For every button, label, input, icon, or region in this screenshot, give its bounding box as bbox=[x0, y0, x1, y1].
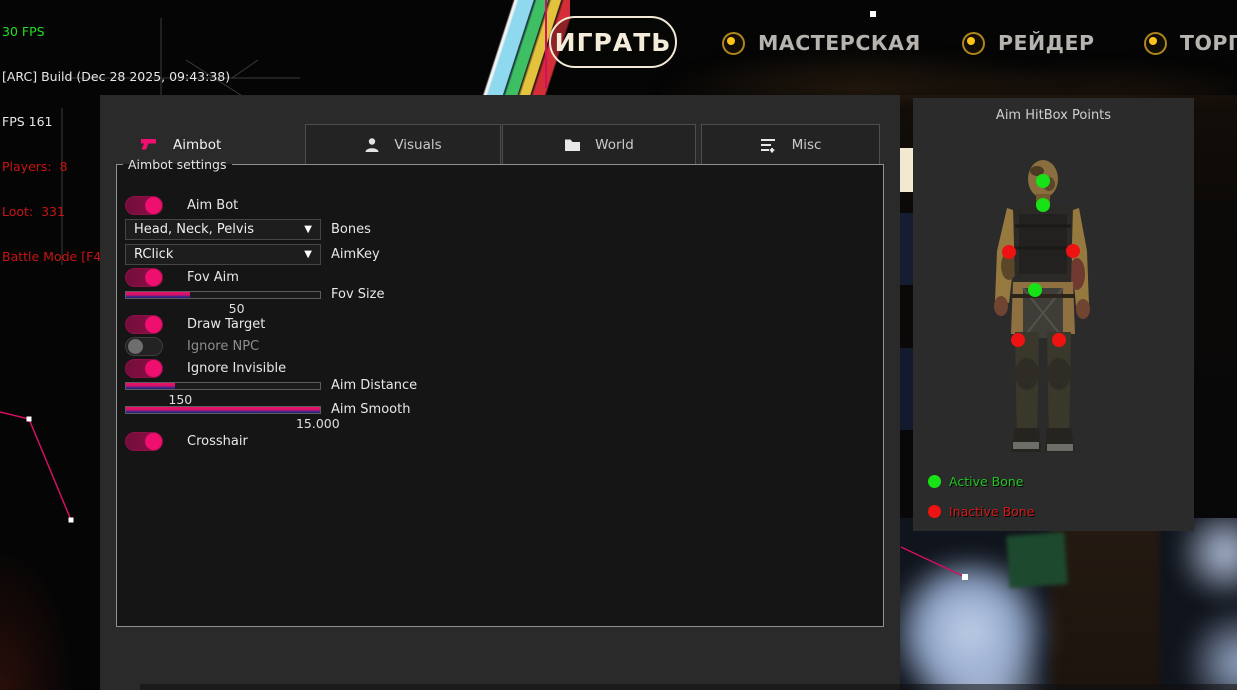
ignore-invisible-row: Ignore Invisible bbox=[125, 359, 286, 378]
game-screen: 30 FPS [ARC] Build (Dec 28 2025, 09:43:3… bbox=[0, 0, 1237, 690]
person-icon bbox=[364, 137, 380, 153]
hitbox-point-active bbox=[1036, 174, 1050, 188]
folder-icon bbox=[564, 138, 581, 152]
hitbox-point-active bbox=[1036, 198, 1050, 212]
bottom-edge-strip bbox=[140, 684, 1237, 690]
legend-inactive-bone: Inactive Bone bbox=[928, 504, 1034, 519]
crosshair-label: Crosshair bbox=[187, 434, 248, 449]
legend-label: Active Bone bbox=[949, 474, 1023, 489]
crosshair-row: Crosshair bbox=[125, 432, 248, 451]
aim-bot-label: Aim Bot bbox=[187, 198, 238, 213]
ignore-npc-row: Ignore NPC bbox=[125, 337, 259, 356]
toggle-knob bbox=[145, 360, 162, 377]
fov-size-row: 50 Fov Size bbox=[117, 291, 883, 315]
fps-counter: 30 FPS bbox=[2, 26, 230, 39]
nav-item-label: РЕЙДЕР bbox=[998, 31, 1094, 55]
chevron-down-icon: ▼ bbox=[304, 224, 312, 235]
tab-label: World bbox=[595, 137, 634, 153]
aimkey-row: RClick ▼ AimKey bbox=[117, 244, 883, 265]
dropdown-value: Head, Neck, Pelvis bbox=[134, 222, 254, 237]
rainbow-streak bbox=[420, 0, 570, 95]
chevron-down-icon: ▼ bbox=[304, 249, 312, 260]
toggle-knob bbox=[128, 339, 143, 354]
hitbox-point-inactive bbox=[1052, 333, 1066, 347]
coin-icon bbox=[722, 32, 745, 55]
nav-item-workshop[interactable]: МАСТЕРСКАЯ bbox=[722, 31, 921, 55]
aim-distance-value: 150 bbox=[168, 392, 192, 407]
fov-size-label: Fov Size bbox=[331, 289, 384, 301]
ignore-npc-label: Ignore NPC bbox=[187, 339, 259, 354]
aim-bot-toggle[interactable] bbox=[125, 196, 163, 215]
hitbox-point-inactive bbox=[1066, 244, 1080, 258]
legend-active-bone: Active Bone bbox=[928, 474, 1023, 489]
slider-fill bbox=[126, 407, 320, 413]
draw-target-label: Draw Target bbox=[187, 317, 265, 332]
toggle-knob bbox=[145, 316, 162, 333]
tab-label: Aimbot bbox=[173, 137, 221, 153]
aimkey-label: AimKey bbox=[331, 244, 380, 265]
fov-size-slider[interactable]: 50 bbox=[125, 291, 321, 299]
fov-aim-label: Fov Aim bbox=[187, 270, 239, 285]
background-ui-sliver bbox=[899, 348, 913, 430]
aim-smooth-value: 15.000 bbox=[296, 416, 340, 431]
coin-icon bbox=[1144, 32, 1167, 55]
aimkey-dropdown[interactable]: RClick ▼ bbox=[125, 244, 321, 265]
legend-label: Inactive Bone bbox=[949, 504, 1034, 519]
cheat-menu-panel: Aimbot Visuals World bbox=[100, 95, 900, 690]
hitbox-point-inactive bbox=[1002, 245, 1016, 259]
ignore-npc-toggle[interactable] bbox=[125, 337, 163, 356]
nav-item-raider[interactable]: РЕЙДЕР bbox=[962, 31, 1094, 55]
active-bone-dot-icon bbox=[928, 475, 941, 488]
hitbox-point-active bbox=[1028, 283, 1042, 297]
fov-size-value: 50 bbox=[229, 301, 245, 316]
settings-legend: Aimbot settings bbox=[123, 157, 232, 172]
crosshair-toggle[interactable] bbox=[125, 432, 163, 451]
dropdown-value: RClick bbox=[134, 247, 173, 262]
inactive-bone-dot-icon bbox=[928, 505, 941, 518]
bones-dropdown[interactable]: Head, Neck, Pelvis ▼ bbox=[125, 219, 321, 240]
ignore-invisible-label: Ignore Invisible bbox=[187, 361, 286, 376]
play-button[interactable]: ИГРАТЬ bbox=[549, 16, 677, 68]
sliders-icon bbox=[760, 137, 778, 153]
draw-target-row: Draw Target bbox=[125, 315, 265, 334]
slider-fill bbox=[126, 383, 175, 389]
esp-vertical-line bbox=[545, 0, 547, 88]
hitbox-point-inactive bbox=[1011, 333, 1025, 347]
aim-smooth-row: 15.000 Aim Smooth bbox=[117, 406, 883, 430]
toggle-knob bbox=[145, 433, 162, 450]
aim-distance-slider[interactable]: 150 bbox=[125, 382, 321, 390]
slider-fill bbox=[126, 292, 190, 298]
aim-distance-row: 150 Aim Distance bbox=[117, 382, 883, 406]
draw-target-toggle[interactable] bbox=[125, 315, 163, 334]
aim-smooth-label: Aim Smooth bbox=[331, 404, 410, 416]
fov-aim-toggle[interactable] bbox=[125, 268, 163, 287]
build-info: [ARC] Build (Dec 28 2025, 09:43:38) bbox=[2, 71, 230, 84]
tab-label: Visuals bbox=[394, 137, 441, 153]
nav-item-label: МАСТЕРСКАЯ bbox=[758, 31, 921, 55]
hitbox-panel-title: Aim HitBox Points bbox=[913, 108, 1194, 123]
toggle-knob bbox=[145, 269, 162, 286]
nav-item-label: ТОРГО bbox=[1180, 31, 1237, 55]
coin-icon bbox=[962, 32, 985, 55]
bones-label: Bones bbox=[331, 219, 371, 240]
nav-item-trader[interactable]: ТОРГО bbox=[1144, 31, 1237, 55]
aim-distance-label: Aim Distance bbox=[331, 380, 417, 392]
aim-bot-row: Aim Bot bbox=[125, 196, 238, 215]
bones-row: Head, Neck, Pelvis ▼ Bones bbox=[117, 219, 883, 240]
hitbox-panel: Aim HitBox Points bbox=[913, 98, 1194, 531]
pistol-icon bbox=[140, 137, 157, 152]
aim-smooth-slider[interactable]: 15.000 bbox=[125, 406, 321, 414]
toggle-knob bbox=[145, 197, 162, 214]
aimbot-settings-group: Aimbot settings Aim Bot Head, Neck, Pelv… bbox=[116, 157, 884, 627]
ignore-invisible-toggle[interactable] bbox=[125, 359, 163, 378]
tab-label: Misc bbox=[792, 137, 822, 153]
fov-aim-row: Fov Aim bbox=[125, 268, 239, 287]
